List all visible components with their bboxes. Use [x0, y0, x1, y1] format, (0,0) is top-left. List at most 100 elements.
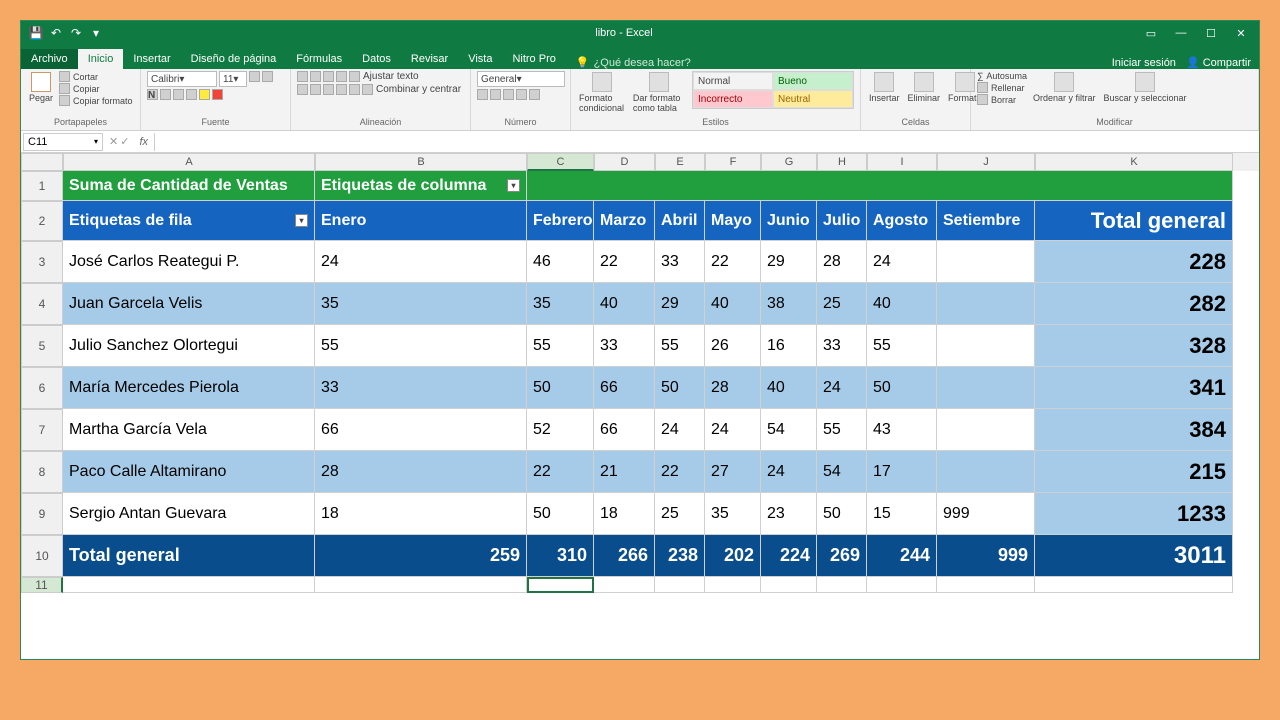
- column-header-K[interactable]: K: [1035, 153, 1233, 171]
- paste-button[interactable]: Pegar: [27, 71, 55, 104]
- col-total[interactable]: 310: [527, 535, 594, 577]
- currency-icon[interactable]: [477, 89, 488, 100]
- data-cell[interactable]: 17: [867, 451, 937, 493]
- data-cell[interactable]: 15: [867, 493, 937, 535]
- col-total[interactable]: 202: [705, 535, 761, 577]
- comma-icon[interactable]: [503, 89, 514, 100]
- data-cell[interactable]: 33: [315, 367, 527, 409]
- column-header-D[interactable]: D: [594, 153, 655, 171]
- data-cell[interactable]: 28: [705, 367, 761, 409]
- data-cell[interactable]: 35: [705, 493, 761, 535]
- empty-cell[interactable]: [1035, 577, 1233, 593]
- redo-icon[interactable]: ↷: [69, 26, 83, 40]
- share-button[interactable]: 👤 Compartir: [1186, 56, 1251, 69]
- row-label-dropdown-icon[interactable]: ▾: [295, 214, 308, 227]
- row-header-10[interactable]: 10: [21, 535, 63, 577]
- column-header-E[interactable]: E: [655, 153, 705, 171]
- grand-total-row-label[interactable]: Total general: [63, 535, 315, 577]
- align-top-icon[interactable]: [297, 71, 308, 82]
- empty-cell[interactable]: [527, 577, 594, 593]
- close-button[interactable]: ✕: [1227, 23, 1255, 43]
- minimize-button[interactable]: —: [1167, 23, 1195, 43]
- data-cell[interactable]: 33: [655, 241, 705, 283]
- data-cell[interactable]: 24: [705, 409, 761, 451]
- cut-button[interactable]: Cortar: [59, 71, 133, 82]
- tab-home[interactable]: Inicio: [78, 49, 124, 69]
- tab-view[interactable]: Vista: [458, 49, 502, 69]
- copy-button[interactable]: Copiar: [59, 83, 133, 94]
- data-cell[interactable]: 40: [594, 283, 655, 325]
- wrap-text-button[interactable]: Ajustar texto: [349, 71, 419, 82]
- month-header-Abril[interactable]: Abril: [655, 201, 705, 241]
- data-cell[interactable]: 16: [761, 325, 817, 367]
- data-cell[interactable]: 55: [817, 409, 867, 451]
- row-header-8[interactable]: 8: [21, 451, 63, 493]
- number-format-combo[interactable]: General ▾: [477, 71, 565, 87]
- percent-icon[interactable]: [490, 89, 501, 100]
- month-header-Enero[interactable]: Enero: [315, 201, 527, 241]
- data-cell[interactable]: 28: [817, 241, 867, 283]
- header-fill[interactable]: [527, 171, 1233, 201]
- column-header-C[interactable]: C: [527, 153, 594, 171]
- data-cell[interactable]: 40: [761, 367, 817, 409]
- inc-decimal-icon[interactable]: [516, 89, 527, 100]
- orientation-icon[interactable]: [336, 71, 347, 82]
- row-total[interactable]: 341: [1035, 367, 1233, 409]
- data-cell[interactable]: 24: [315, 241, 527, 283]
- data-cell[interactable]: 23: [761, 493, 817, 535]
- data-cell[interactable]: 999: [937, 493, 1035, 535]
- data-cell[interactable]: 21: [594, 451, 655, 493]
- column-header-I[interactable]: I: [867, 153, 937, 171]
- month-header-Febrero[interactable]: Febrero: [527, 201, 594, 241]
- col-label-dropdown-icon[interactable]: ▾: [507, 179, 520, 192]
- month-header-Marzo[interactable]: Marzo: [594, 201, 655, 241]
- style-incorrecto[interactable]: Incorrecto: [693, 90, 773, 108]
- data-cell[interactable]: 55: [315, 325, 527, 367]
- maximize-button[interactable]: ☐: [1197, 23, 1225, 43]
- empty-cell[interactable]: [937, 577, 1035, 593]
- row-total[interactable]: 328: [1035, 325, 1233, 367]
- data-cell[interactable]: 43: [867, 409, 937, 451]
- empty-cell[interactable]: [63, 577, 315, 593]
- row-header-7[interactable]: 7: [21, 409, 63, 451]
- row-header-2[interactable]: 2: [21, 201, 63, 241]
- col-total[interactable]: 244: [867, 535, 937, 577]
- insert-cells-button[interactable]: Insertar: [867, 71, 902, 104]
- row-name[interactable]: Julio Sanchez Olortegui: [63, 325, 315, 367]
- row-header-11[interactable]: 11: [21, 577, 63, 593]
- row-header-1[interactable]: 1: [21, 171, 63, 201]
- data-cell[interactable]: 40: [867, 283, 937, 325]
- row-total[interactable]: 215: [1035, 451, 1233, 493]
- data-cell[interactable]: [937, 451, 1035, 493]
- align-bottom-icon[interactable]: [323, 71, 334, 82]
- column-header-J[interactable]: J: [937, 153, 1035, 171]
- data-cell[interactable]: 55: [527, 325, 594, 367]
- row-name[interactable]: Paco Calle Altamirano: [63, 451, 315, 493]
- data-cell[interactable]: 54: [761, 409, 817, 451]
- empty-cell[interactable]: [761, 577, 817, 593]
- pivot-col-label[interactable]: Etiquetas de columna▾: [315, 171, 527, 201]
- row-name[interactable]: José Carlos Reategui P.: [63, 241, 315, 283]
- row-name[interactable]: Juan Garcela Velis: [63, 283, 315, 325]
- data-cell[interactable]: 50: [867, 367, 937, 409]
- font-name-combo[interactable]: Calibri ▾: [147, 71, 217, 87]
- column-header-F[interactable]: F: [705, 153, 761, 171]
- tab-insert[interactable]: Insertar: [123, 49, 180, 69]
- align-middle-icon[interactable]: [310, 71, 321, 82]
- col-total[interactable]: 999: [937, 535, 1035, 577]
- find-select-button[interactable]: Buscar y seleccionar: [1101, 71, 1188, 104]
- data-cell[interactable]: 54: [817, 451, 867, 493]
- formula-input[interactable]: [154, 133, 1259, 151]
- data-cell[interactable]: 35: [527, 283, 594, 325]
- tab-nitro[interactable]: Nitro Pro: [502, 49, 565, 69]
- data-cell[interactable]: 22: [527, 451, 594, 493]
- pivot-row-label[interactable]: Etiquetas de fila▾: [63, 201, 315, 241]
- style-neutral[interactable]: Neutral: [773, 90, 853, 108]
- fill-color-button[interactable]: [199, 89, 210, 100]
- column-header-A[interactable]: A: [63, 153, 315, 171]
- style-bueno[interactable]: Bueno: [773, 72, 853, 90]
- align-left-icon[interactable]: [297, 84, 308, 95]
- fx-label[interactable]: fx: [133, 136, 154, 148]
- select-all-corner[interactable]: [21, 153, 63, 171]
- data-cell[interactable]: [937, 367, 1035, 409]
